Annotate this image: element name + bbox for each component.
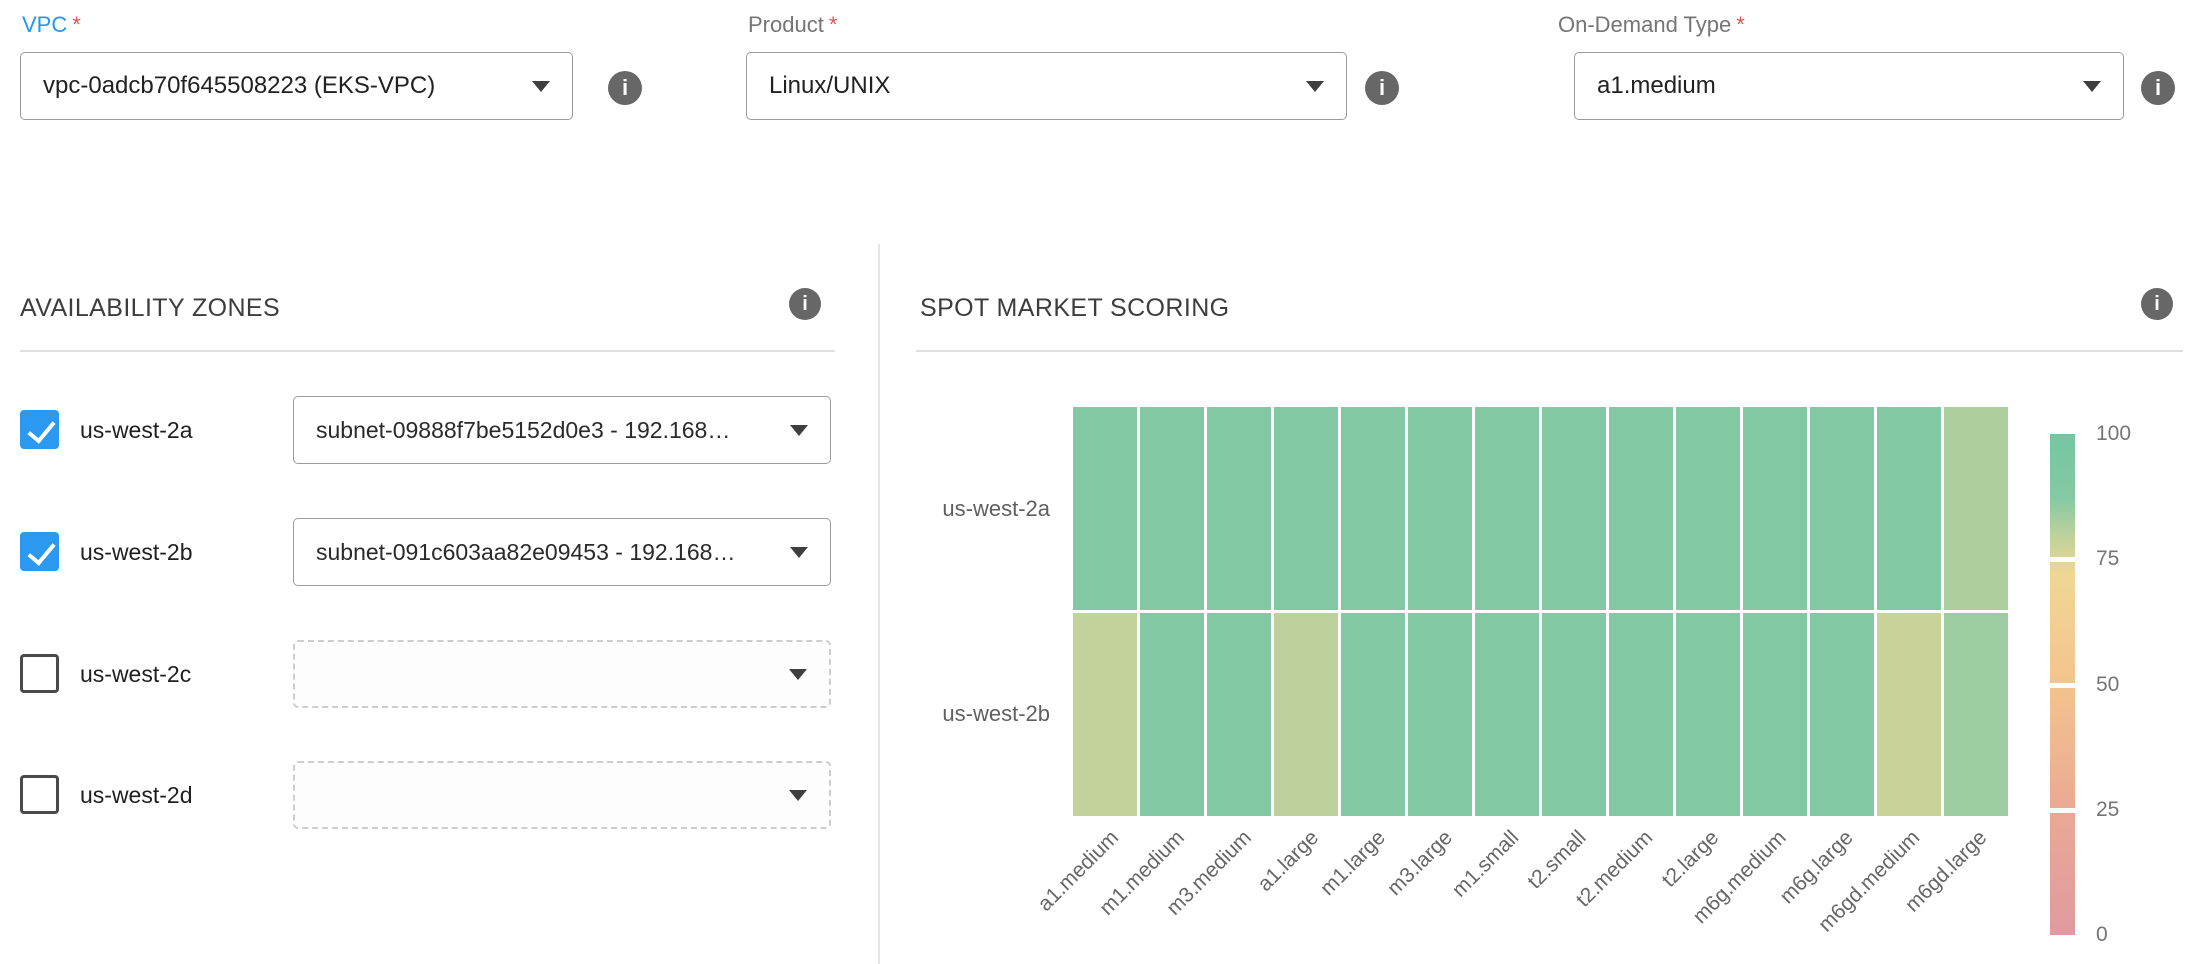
- subnet-select[interactable]: [293, 761, 831, 829]
- legend-gap: [2050, 808, 2075, 813]
- legend-tick-label: 75: [2096, 547, 2119, 571]
- spot-market-scoring-info-icon[interactable]: i: [2141, 288, 2173, 320]
- heatmap-cell-us-west-2a-m6gd.medium: [1877, 407, 1941, 610]
- legend-tick-label: 0: [2096, 923, 2108, 947]
- zone-label: us-west-2b: [80, 517, 192, 587]
- subnet-select[interactable]: [293, 640, 831, 708]
- heatmap-cell-us-west-2b-m6g.large: [1810, 613, 1874, 816]
- vpc-required-asterisk: *: [72, 12, 81, 37]
- availability-zones-divider: [20, 350, 835, 352]
- y-axis-label: us-west-2b: [810, 701, 1050, 727]
- vpc-info-icon[interactable]: i: [608, 71, 642, 105]
- product-select[interactable]: Linux/UNIX: [746, 52, 1347, 120]
- chevron-down-icon: [789, 669, 807, 680]
- zone-label: us-west-2c: [80, 639, 191, 709]
- x-axis-label: a1.large: [1253, 826, 1324, 897]
- heatmap-cell-us-west-2a-a1.large: [1274, 407, 1338, 610]
- zone-checkbox[interactable]: [20, 654, 59, 693]
- zone-label: us-west-2a: [80, 395, 192, 465]
- vpc-select-value: vpc-0adcb70f645508223 (EKS-VPC): [43, 72, 520, 100]
- heatmap-cell-us-west-2a-m6gd.large: [1944, 407, 2008, 610]
- legend-gap: [2050, 683, 2075, 688]
- zone-checkbox[interactable]: [20, 532, 59, 571]
- checkmark-icon: [27, 414, 55, 444]
- zone-label: us-west-2d: [80, 760, 192, 830]
- legend-tick-label: 100: [2096, 422, 2131, 446]
- on-demand-type-required-asterisk: *: [1736, 12, 1745, 37]
- chevron-down-icon: [790, 547, 808, 558]
- checkmark-icon: [27, 536, 55, 566]
- legend-tick-label: 25: [2096, 798, 2119, 822]
- chevron-down-icon: [790, 425, 808, 436]
- heatmap-cell-us-west-2b-t2.small: [1542, 613, 1606, 816]
- heatmap-grid: [1073, 407, 2008, 816]
- subnet-select-value: subnet-091c603aa82e09453 - 192.168…: [316, 539, 778, 566]
- heatmap-cell-us-west-2a-m6g.medium: [1743, 407, 1807, 610]
- zone-checkbox[interactable]: [20, 775, 59, 814]
- vpc-label-text: VPC: [22, 12, 67, 37]
- chevron-down-icon: [1306, 81, 1324, 92]
- on-demand-type-select[interactable]: a1.medium: [1574, 52, 2124, 120]
- heatmap-cell-us-west-2b-m6gd.large: [1944, 613, 2008, 816]
- heatmap-cell-us-west-2b-m1.large: [1341, 613, 1405, 816]
- heatmap-cell-us-west-2b-a1.medium: [1073, 613, 1137, 816]
- chevron-down-icon: [532, 81, 550, 92]
- panel-divider: [878, 244, 880, 964]
- product-select-value: Linux/UNIX: [769, 72, 1294, 100]
- x-axis-label: m3.large: [1383, 826, 1458, 901]
- x-axis-label: t2.large: [1658, 826, 1725, 893]
- zone-row-us-west-2a: us-west-2a subnet-09888f7be5152d0e3 - 19…: [20, 395, 832, 465]
- on-demand-type-label: On-Demand Type*: [1558, 12, 1745, 38]
- availability-zones-info-icon[interactable]: i: [789, 288, 821, 320]
- subnet-select[interactable]: subnet-09888f7be5152d0e3 - 192.168…: [293, 396, 831, 464]
- heatmap-cell-us-west-2a-a1.medium: [1073, 407, 1137, 610]
- zone-row-us-west-2d: us-west-2d: [20, 760, 832, 830]
- vpc-label: VPC*: [22, 12, 81, 38]
- legend-tick-label: 50: [2096, 673, 2119, 697]
- heatmap-cell-us-west-2b-m1.small: [1475, 613, 1539, 816]
- heatmap-cell-us-west-2a-m3.medium: [1207, 407, 1271, 610]
- product-info-icon[interactable]: i: [1365, 71, 1399, 105]
- heatmap-cell-us-west-2b-m6gd.medium: [1877, 613, 1941, 816]
- chevron-down-icon: [789, 790, 807, 801]
- heatmap-cell-us-west-2a-m6g.large: [1810, 407, 1874, 610]
- zone-checkbox[interactable]: [20, 410, 59, 449]
- heatmap-cell-us-west-2b-t2.large: [1676, 613, 1740, 816]
- availability-zones-title: AVAILABILITY ZONES: [20, 294, 280, 323]
- product-label-text: Product: [748, 12, 824, 37]
- heatmap-cell-us-west-2a-m1.small: [1475, 407, 1539, 610]
- heatmap-cell-us-west-2a-t2.medium: [1609, 407, 1673, 610]
- heatmap-cell-us-west-2b-t2.medium: [1609, 613, 1673, 816]
- on-demand-type-info-icon[interactable]: i: [2141, 71, 2175, 105]
- heatmap-cell-us-west-2b-m1.medium: [1140, 613, 1204, 816]
- y-axis-label: us-west-2a: [810, 496, 1050, 522]
- legend-gap: [2050, 557, 2075, 562]
- spot-market-scoring-divider: [916, 350, 2183, 352]
- vpc-select[interactable]: vpc-0adcb70f645508223 (EKS-VPC): [20, 52, 573, 120]
- on-demand-type-label-text: On-Demand Type: [1558, 12, 1731, 37]
- product-label: Product*: [748, 12, 837, 38]
- chevron-down-icon: [2083, 81, 2101, 92]
- heatmap-cell-us-west-2a-m1.medium: [1140, 407, 1204, 610]
- heatmap-cell-us-west-2b-a1.large: [1274, 613, 1338, 816]
- zone-row-us-west-2b: us-west-2b subnet-091c603aa82e09453 - 19…: [20, 517, 832, 587]
- heatmap-cell-us-west-2b-m3.medium: [1207, 613, 1271, 816]
- subnet-select[interactable]: subnet-091c603aa82e09453 - 192.168…: [293, 518, 831, 586]
- on-demand-type-select-value: a1.medium: [1597, 72, 2071, 100]
- product-required-asterisk: *: [829, 12, 838, 37]
- heatmap-cell-us-west-2a-m1.large: [1341, 407, 1405, 610]
- heatmap-cell-us-west-2a-t2.large: [1676, 407, 1740, 610]
- x-axis-label: m1.large: [1316, 826, 1391, 901]
- heatmap-cell-us-west-2a-t2.small: [1542, 407, 1606, 610]
- heatmap-cell-us-west-2b-m3.large: [1408, 613, 1472, 816]
- heatmap-cell-us-west-2a-m3.large: [1408, 407, 1472, 610]
- spot-market-scoring-title: SPOT MARKET SCORING: [920, 294, 1230, 323]
- subnet-select-value: subnet-09888f7be5152d0e3 - 192.168…: [316, 417, 778, 444]
- x-axis-label: m1.small: [1448, 826, 1524, 902]
- heatmap-cell-us-west-2b-m6g.medium: [1743, 613, 1807, 816]
- x-axis-label: t2.small: [1523, 826, 1591, 894]
- page: VPC* vpc-0adcb70f645508223 (EKS-VPC) i P…: [0, 0, 2196, 964]
- zone-row-us-west-2c: us-west-2c: [20, 639, 832, 709]
